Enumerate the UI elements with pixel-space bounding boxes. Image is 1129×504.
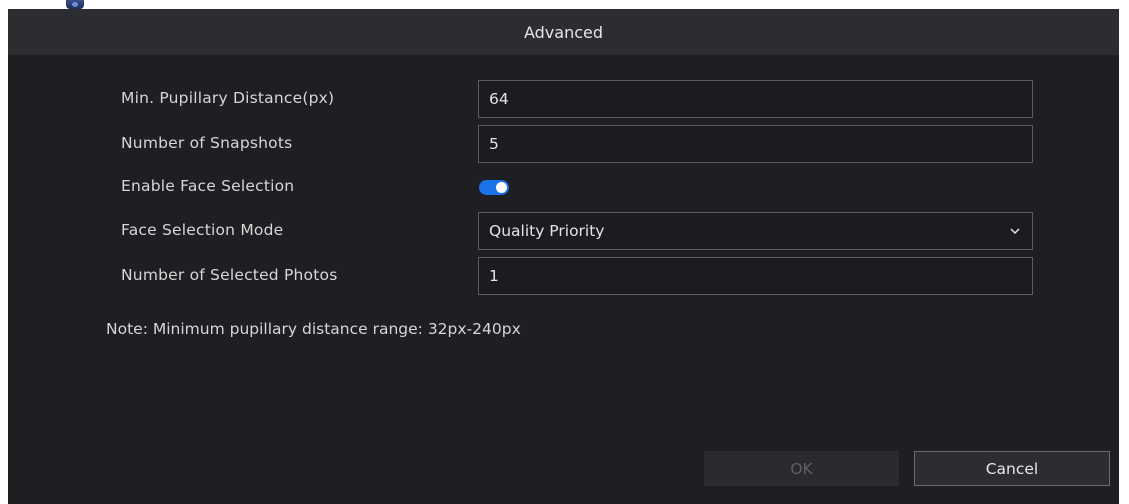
cancel-button[interactable]: Cancel — [914, 451, 1110, 486]
row-enable-face-selection: Enable Face Selection — [8, 169, 1119, 209]
min-pupillary-distance-value: 64 — [489, 90, 509, 108]
row-min-pupillary-distance: Min. Pupillary Distance(px) 64 — [8, 80, 1119, 120]
ok-button[interactable]: OK — [704, 451, 899, 486]
face-selection-mode-value: Quality Priority — [489, 222, 605, 240]
note-text: Note: Minimum pupillary distance range: … — [106, 320, 521, 338]
app-logo-icon — [66, 0, 84, 9]
row-face-selection-mode: Face Selection Mode Quality Priority — [8, 212, 1119, 252]
dialog-title: Advanced — [523, 22, 604, 42]
number-of-snapshots-input[interactable]: 5 — [478, 125, 1033, 163]
dialog-header: Advanced — [8, 9, 1119, 55]
number-of-snapshots-label: Number of Snapshots — [121, 134, 293, 152]
number-of-selected-photos-value: 1 — [489, 267, 499, 285]
min-pupillary-distance-label: Min. Pupillary Distance(px) — [121, 89, 335, 107]
advanced-dialog: Advanced Min. Pupillary Distance(px) 64 … — [8, 9, 1119, 504]
number-of-snapshots-value: 5 — [489, 135, 499, 153]
number-of-selected-photos-input[interactable]: 1 — [478, 257, 1033, 295]
enable-face-selection-toggle[interactable] — [479, 180, 509, 195]
min-pupillary-distance-input[interactable]: 64 — [478, 80, 1033, 118]
row-number-of-selected-photos: Number of Selected Photos 1 — [8, 257, 1119, 297]
row-number-of-snapshots: Number of Snapshots 5 — [8, 125, 1119, 165]
face-selection-mode-label: Face Selection Mode — [121, 221, 284, 239]
toggle-knob — [496, 182, 507, 193]
chevron-down-icon — [1010, 226, 1020, 236]
number-of-selected-photos-label: Number of Selected Photos — [121, 266, 338, 284]
enable-face-selection-label: Enable Face Selection — [121, 177, 295, 195]
face-selection-mode-select[interactable]: Quality Priority — [478, 212, 1033, 250]
